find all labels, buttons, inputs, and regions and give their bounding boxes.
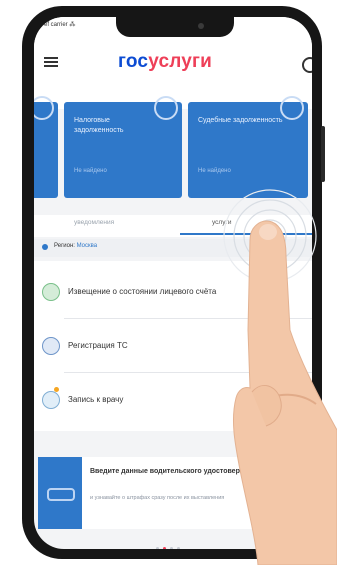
carousel-pagination	[156, 537, 196, 549]
page-dot[interactable]	[170, 547, 173, 549]
car-outline-icon	[47, 488, 75, 501]
services-list: Извещение о состоянии лицевого счёта Рег…	[34, 261, 312, 431]
tab-bar: уведомления услуги	[34, 215, 312, 237]
driver-license-promo[interactable]: Введите данные водительского удостоверен…	[38, 457, 312, 529]
region-label: Регион:	[54, 243, 75, 249]
card-status: Не найдено	[74, 168, 107, 174]
notification-badge	[54, 387, 59, 392]
card-title: Налоговые задолженность	[74, 117, 124, 134]
court-icon	[280, 96, 304, 120]
service-item-doctor-appointment[interactable]: Запись к врачу	[34, 373, 312, 427]
region-value: Москва	[76, 243, 98, 249]
more-link[interactable]: ещё	[248, 437, 260, 443]
car-icon	[42, 337, 60, 355]
logo-part-uslugi: услуги	[148, 51, 213, 72]
promo-icon-panel	[38, 457, 82, 529]
service-label: Извещение о состоянии лицевого счёта	[68, 287, 217, 296]
region-text: Регион: Москва	[54, 243, 97, 249]
card-title: Судебные задолженность	[198, 117, 283, 124]
page-dot[interactable]	[177, 547, 180, 549]
active-tab-indicator	[180, 233, 312, 235]
app-screen: ef carrier ⁂ госуслуги Налоговые задолже…	[34, 17, 312, 549]
hamburger-menu-icon[interactable]	[44, 57, 58, 67]
service-label: Регистрация ТС	[68, 341, 128, 350]
service-item-vehicle-registration[interactable]: Регистрация ТС	[34, 319, 312, 373]
document-icon	[42, 283, 60, 301]
promo-title: Введите данные водительского удостоверен…	[90, 468, 257, 475]
phone-notch	[116, 17, 234, 37]
gosuslugi-logo: госуслуги	[118, 51, 212, 73]
card-status: Не найдено	[198, 168, 231, 174]
doctor-icon	[42, 391, 60, 409]
region-selector[interactable]: Регион: Москва	[34, 239, 312, 257]
promo-subtitle: и узнавайте о штрафах сразу после их выс…	[90, 495, 225, 501]
debt-cards-carousel: Налоговые задолженность Не найдено Судеб…	[34, 96, 312, 202]
debt-card-partial[interactable]	[34, 96, 58, 198]
page-dot-active[interactable]	[163, 547, 166, 549]
settings-icon[interactable]	[302, 57, 312, 73]
tab-notifications[interactable]: уведомления	[74, 219, 114, 226]
location-pin-icon	[42, 244, 48, 250]
page-dot[interactable]	[156, 547, 159, 549]
tab-services[interactable]: услуги	[212, 219, 231, 226]
front-camera	[198, 23, 204, 29]
debt-card-court[interactable]: Судебные задолженность Не найдено	[188, 96, 308, 198]
tax-icon	[154, 96, 178, 120]
card-icon	[34, 96, 54, 120]
service-label: Запись к врачу	[68, 395, 124, 404]
service-item-account-notice[interactable]: Извещение о состоянии лицевого счёта	[34, 265, 312, 319]
status-bar-carrier: ef carrier ⁂	[44, 22, 76, 28]
debt-card-tax[interactable]: Налоговые задолженность Не найдено	[64, 96, 182, 198]
side-button	[321, 126, 325, 182]
logo-part-gos: гос	[118, 51, 149, 72]
